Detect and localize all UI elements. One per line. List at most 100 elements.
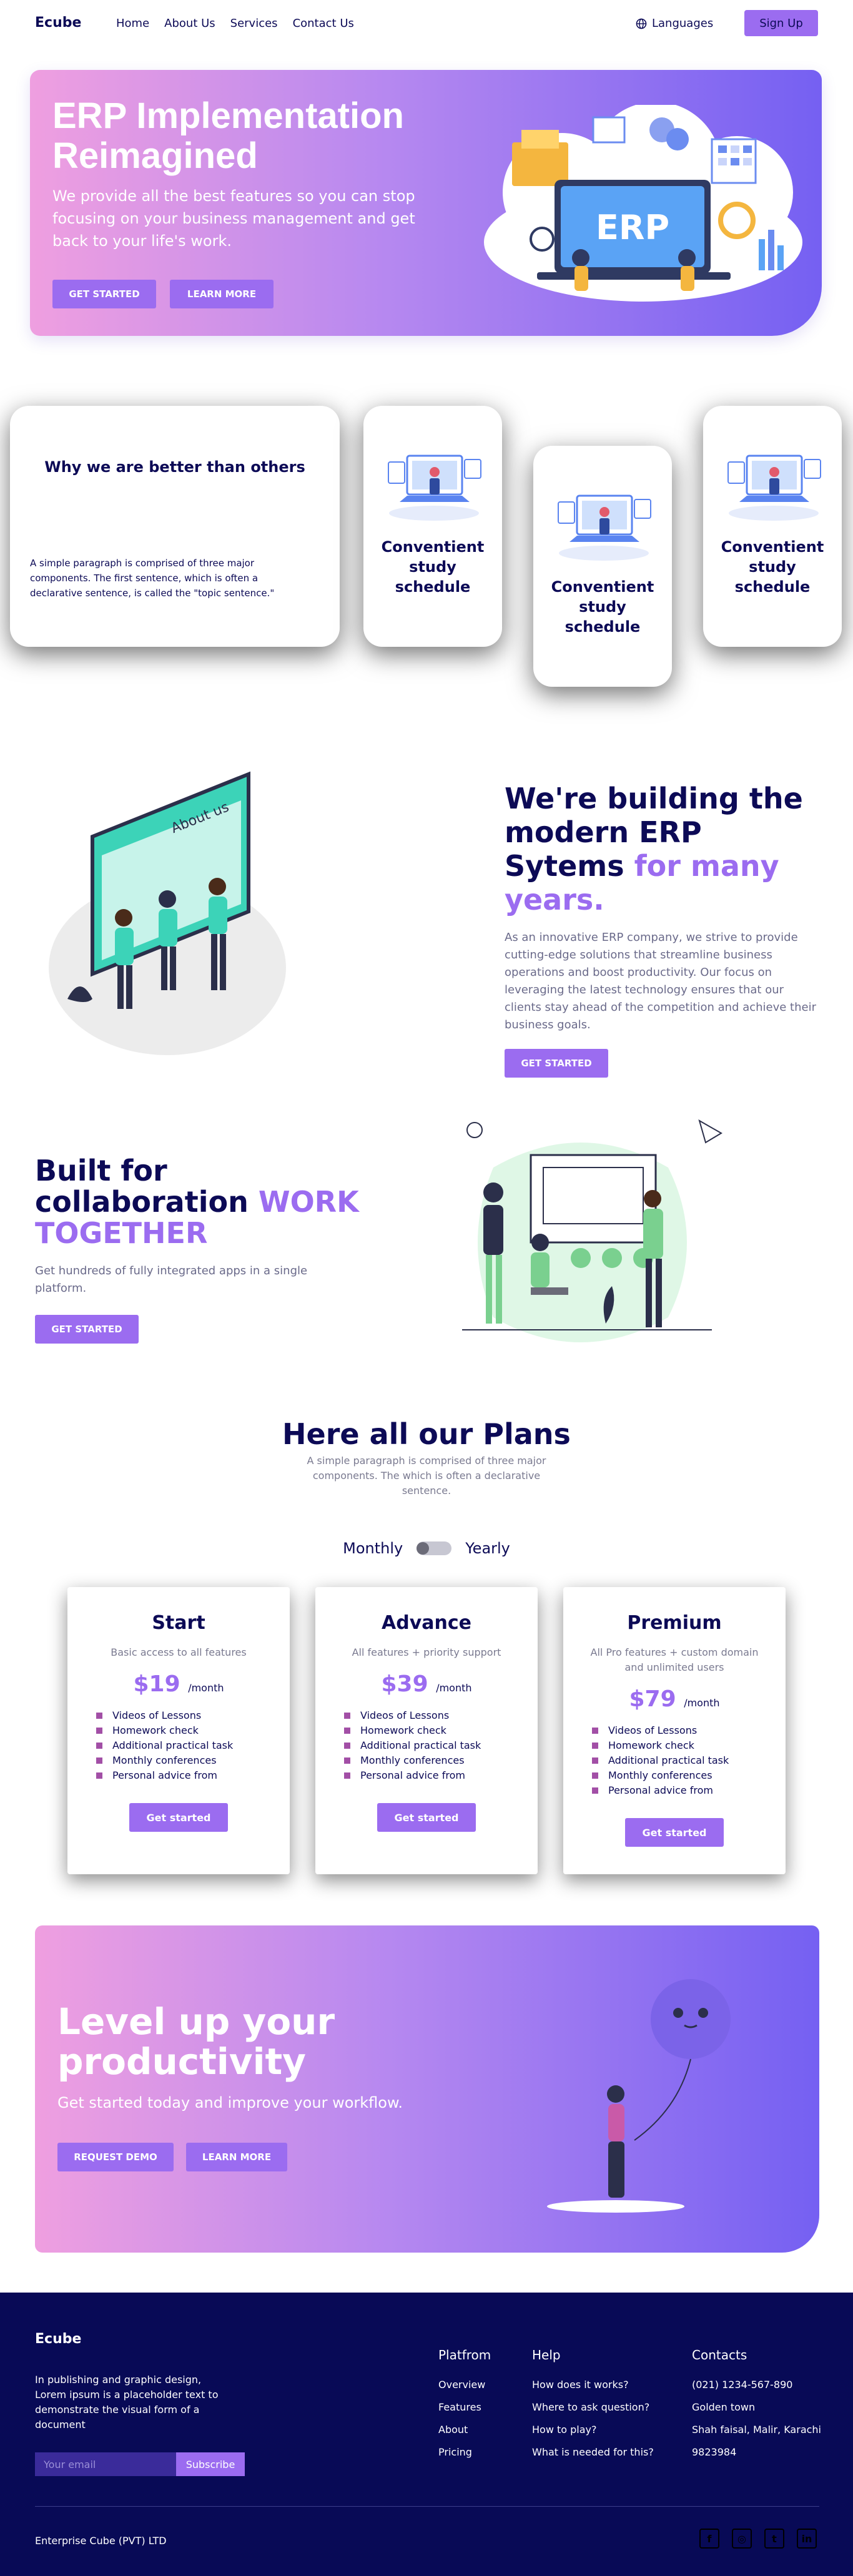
plan-feature: Monthly conferences [96,1753,290,1768]
plan-price-value: $79 [629,1686,676,1712]
globe-icon [636,18,647,29]
schedule-illustration [558,494,651,561]
linkedin-icon[interactable]: in [797,2529,817,2549]
plan-feature: Additional practical task [344,1738,538,1753]
footer-link[interactable]: Features [438,2396,491,2419]
logo[interactable]: Ecube [35,15,81,31]
plans-title: Here all our Plans [282,1417,571,1451]
collab-section: Built for collaboration WORK TOGETHER Ge… [35,1155,385,1344]
footer-description: In publishing and graphic design, Lorem … [35,2374,219,2431]
schedule-illustration [388,455,481,521]
instagram-icon[interactable]: ◎ [732,2529,752,2549]
footer-link[interactable]: What is needed for this? [532,2441,654,2464]
collab-title-main: Built for collaboration [35,1154,249,1219]
cta-learn-more-button[interactable]: LEARN MORE [186,2143,287,2171]
nav-link-services[interactable]: Services [230,17,278,30]
about-title: We're building the modern ERP Sytems for… [505,782,829,917]
plans-subtitle: A simple paragraph is comprised of three… [307,1455,546,1497]
plan-price-value: $39 [381,1671,428,1697]
plan-feature: Videos of Lessons [592,1723,786,1738]
erp-illustration: ERP [484,105,802,302]
erp-label: ERP [596,208,669,247]
about-get-started-button[interactable]: GET STARTED [505,1049,608,1078]
plan-feature: Additional practical task [592,1753,786,1768]
plan-feature: Personal advice from [592,1783,786,1798]
feature-schedule-3-title: Conventient study schedule [721,538,824,596]
balloon-illustration [547,1979,731,2213]
plan-desc: All features + priority support [352,1646,501,1658]
yearly-label[interactable]: Yearly [465,1540,510,1557]
feature-card-schedule-1: Conventient study schedule [363,406,502,647]
footer-contact: Shah faisal, Malir, Karachi [692,2424,821,2436]
footer-col-platform: Platfrom Overview Features About Pricing [438,2347,491,2464]
copyright: Enterprise Cube (PVT) LTD [35,2535,167,2547]
toggle-knob [417,1542,430,1555]
footer-contact: Golden town [692,2401,756,2413]
plan-card-premium: Premium All Pro features + custom domain… [563,1587,786,1874]
plan-feature: Monthly conferences [592,1768,786,1783]
footer-link[interactable]: How does it works? [532,2374,654,2396]
feature-why-text: A simple paragraph is comprised of three… [30,558,275,599]
footer-link[interactable]: Pricing [438,2441,491,2464]
nav-link-home[interactable]: Home [116,17,149,30]
newsletter-email-input[interactable] [35,2452,176,2476]
nav-link-contact[interactable]: Contact Us [293,17,354,30]
feature-schedule-1-title: Conventient study schedule [381,538,485,596]
plan-advance-button[interactable]: Get started [377,1803,476,1832]
plan-features: Videos of Lessons Homework check Additio… [344,1708,538,1783]
plan-name: Start [152,1612,205,1634]
hero-title: ERP Implementation Reimagined [52,96,404,176]
billing-toggle-row: Monthly Yearly [0,1540,853,1557]
plan-premium-button[interactable]: Get started [625,1818,724,1847]
plan-features: Videos of Lessons Homework check Additio… [96,1708,290,1783]
billing-toggle[interactable] [417,1541,452,1555]
footer-col-title: Platfrom [438,2347,491,2362]
collab-get-started-button[interactable]: GET STARTED [35,1315,139,1344]
signup-button[interactable]: Sign Up [744,10,818,36]
footer-contact: 9823984 [692,2446,737,2458]
footer-col-contacts: Contacts (021) 1234-567-890 Golden town … [692,2347,821,2464]
collab-title: Built for collaboration WORK TOGETHER [35,1155,385,1249]
collab-text: Get hundreds of fully integrated apps in… [35,1264,308,1295]
feature-card-schedule-3: Conventient study schedule [703,406,842,647]
feature-why-title: Why we are better than others [44,458,305,476]
plan-feature: Monthly conferences [344,1753,538,1768]
languages-selector[interactable]: Languages [636,17,713,30]
footer-col-title: Help [532,2347,561,2362]
hero-learn-more-button[interactable]: LEARN MORE [170,280,274,308]
cta-banner: Level up your productivity Get started t… [35,1925,819,2253]
languages-label: Languages [652,17,714,30]
subscribe-button[interactable]: Subscribe [176,2452,245,2476]
navbar: Ecube Home About Us Services Contact Us … [0,0,853,47]
plan-feature: Personal advice from [96,1768,290,1783]
footer-link[interactable]: How to play? [532,2419,654,2441]
about-text: As an innovative ERP company, we strive … [505,931,816,1031]
footer-logo[interactable]: Ecube [35,2331,81,2347]
hero-get-started-button[interactable]: GET STARTED [52,280,156,308]
plan-price-period: /month [436,1682,472,1694]
cta-request-demo-button[interactable]: REQUEST DEMO [57,2143,174,2171]
plan-card-advance: Advance All features + priority support … [315,1587,538,1874]
hero-banner: ERP Implementation Reimagined We provide… [30,70,822,336]
hero-subtitle: We provide all the best features so you … [52,187,415,250]
plan-feature: Videos of Lessons [96,1708,290,1723]
twitter-icon[interactable]: t [764,2529,784,2549]
plan-feature: Personal advice from [344,1768,538,1783]
footer-link[interactable]: Overview [438,2374,491,2396]
plan-price: $19 /month [67,1671,290,1697]
nav-link-about[interactable]: About Us [164,17,215,30]
social-links: f ◎ t in [699,2529,817,2549]
plan-price-period: /month [188,1682,224,1694]
plan-feature: Homework check [592,1738,786,1753]
feature-card-schedule-2: Conventient study schedule [533,446,672,687]
facebook-icon[interactable]: f [699,2529,719,2549]
footer-link[interactable]: Where to ask question? [532,2396,654,2419]
footer-link[interactable]: About [438,2419,491,2441]
plan-start-button[interactable]: Get started [129,1803,228,1832]
plan-feature: Videos of Lessons [344,1708,538,1723]
about-us-illustration: About us [49,771,286,1055]
monthly-label[interactable]: Monthly [343,1540,403,1557]
footer-col-title: Contacts [692,2347,747,2362]
plan-feature: Homework check [96,1723,290,1738]
about-section: We're building the modern ERP Sytems for… [505,782,829,1078]
